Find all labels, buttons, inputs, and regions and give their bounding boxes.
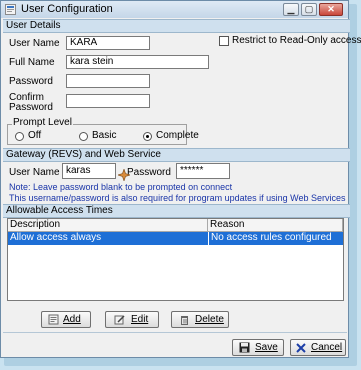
prompt-complete-label: Complete	[156, 130, 199, 141]
user-configuration-window: User Configuration ▁ ▢ ✕ User Details Us…	[0, 0, 361, 358]
column-header-description[interactable]: Description	[8, 219, 208, 232]
confirm-label-line2: Password	[9, 102, 53, 113]
maximize-button[interactable]: ▢	[301, 3, 317, 16]
gateway-header: Gateway (REVS) and Web Service	[3, 148, 350, 162]
password-input[interactable]	[66, 74, 150, 88]
restrict-readonly-label: Restrict to Read-Only access	[232, 35, 361, 46]
add-button[interactable]: Add	[41, 311, 91, 328]
gateway-password-label: Password	[127, 167, 171, 178]
user-details-header: User Details	[3, 19, 350, 33]
access-times-header: Allowable Access Times	[3, 204, 350, 218]
close-icon: ✕	[327, 4, 335, 14]
delete-button[interactable]: Delete	[171, 311, 229, 328]
gateway-note-web-services: This username/password is also required …	[9, 193, 346, 203]
minimize-button[interactable]: ▁	[283, 3, 299, 16]
restrict-readonly-checkbox[interactable]	[219, 36, 229, 46]
edit-icon	[114, 315, 125, 325]
save-button-label: Save	[255, 342, 278, 353]
maximize-icon: ▢	[304, 4, 314, 14]
confirm-password-input[interactable]	[66, 94, 150, 108]
column-header-reason[interactable]: Reason	[208, 219, 343, 232]
add-button-label: Add	[63, 314, 81, 325]
save-button[interactable]: Save	[232, 339, 284, 356]
gateway-password-input[interactable]: ******	[176, 163, 230, 179]
prompt-complete-radio[interactable]	[143, 132, 152, 141]
edit-button-label: Edit	[131, 314, 149, 325]
edit-button[interactable]: Edit	[105, 311, 159, 328]
prompt-off-radio[interactable]	[15, 132, 24, 141]
prompt-basic-radio[interactable]	[79, 132, 88, 141]
cancel-button-label: Cancel	[311, 342, 343, 353]
gateway-user-name-label: User Name	[9, 167, 60, 178]
user-name-label: User Name	[9, 38, 60, 49]
title-bar[interactable]: User Configuration ▁ ▢ ✕	[1, 1, 348, 18]
delete-button-label: Delete	[195, 314, 224, 325]
user-name-input[interactable]: KARA	[66, 36, 150, 50]
password-label: Password	[9, 76, 53, 87]
footer-divider	[3, 332, 347, 333]
window-title: User Configuration	[21, 3, 113, 15]
cancel-x-icon	[296, 343, 306, 353]
prompt-basic-label: Basic	[92, 130, 117, 141]
full-name-input[interactable]: kara stein	[66, 55, 209, 69]
close-button[interactable]: ✕	[319, 3, 343, 16]
app-icon	[5, 4, 16, 15]
prompt-off-label: Off	[28, 130, 42, 141]
table-row-reason[interactable]: No access rules configured	[208, 232, 343, 245]
cursor-icon	[118, 169, 130, 181]
minimize-icon: ▁	[287, 4, 295, 14]
floppy-disk-icon	[239, 342, 250, 353]
prompt-level-legend: Prompt Level	[12, 117, 73, 129]
full-name-label: Full Name	[9, 57, 55, 68]
table-row-description[interactable]: Allow access always	[8, 232, 208, 245]
gateway-note-blank-password: Note: Leave password blank to be prompte…	[9, 182, 233, 192]
add-icon	[48, 314, 59, 325]
access-times-grid[interactable]: Description Reason Allow access always N…	[7, 218, 344, 301]
cancel-button[interactable]: Cancel	[290, 339, 346, 356]
gateway-user-name-input[interactable]: karas	[62, 163, 116, 179]
trash-icon	[181, 316, 188, 325]
